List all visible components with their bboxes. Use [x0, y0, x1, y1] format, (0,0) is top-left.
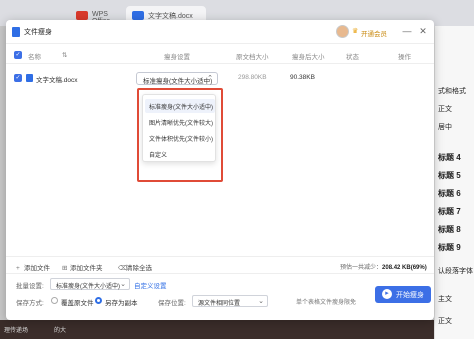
header-name: 名称: [28, 54, 41, 61]
add-folder-label: 添加文件夹: [70, 265, 103, 272]
summary-value: 208.42 KB(69%): [382, 265, 427, 271]
trash-icon: ⌫: [118, 265, 128, 272]
save-location-select[interactable]: 源文件相同位置 ⌄: [192, 295, 268, 307]
dialog-titlebar: 文件瘦身 ♛ 开通会员 — ✕: [6, 20, 434, 44]
row-checkbox[interactable]: ✓: [14, 74, 22, 82]
sort-icon[interactable]: ⇅: [62, 51, 67, 59]
table-header: ✓ 名称 ⇅ 瘦身设置 原文档大小 瘦身后大小 状态 操作: [6, 46, 434, 64]
file-toolbar: + 添加文件 ⊞ 添加文件夹 ⌫清除全选 预估一共减少：208.42 KB(69%): [6, 256, 434, 274]
styles-panel-item[interactable]: 标题 5: [438, 170, 461, 181]
background-document-strip: 理传递场 的大: [0, 320, 434, 339]
clear-selection-button[interactable]: ⌫清除全选: [118, 262, 152, 272]
styles-panel-item[interactable]: 主文: [438, 294, 452, 304]
styles-panel: 式和格式 正文 居中 标题 4 标题 5 标题 6 标题 7 标题 8 标题 9…: [434, 26, 474, 339]
doc-logo-icon: [132, 11, 144, 20]
word-file-icon: [26, 74, 33, 82]
original-size: 298.80KB: [238, 74, 267, 81]
select-all-checkbox[interactable]: ✓: [14, 51, 22, 59]
chevron-up-icon: ⌃: [207, 75, 213, 82]
save-mode-label: 保存方式:: [16, 300, 44, 307]
batch-setting-value: 标准瘦身(文件大小适中): [56, 284, 120, 290]
header-after-size: 瘦身后大小: [292, 54, 325, 61]
background-text: 理传递场: [4, 328, 29, 334]
styles-panel-item[interactable]: 正文: [438, 316, 452, 326]
plus-icon: +: [16, 265, 20, 272]
styles-panel-item[interactable]: 标题 8: [438, 224, 461, 235]
styles-panel-item[interactable]: 居中: [438, 122, 452, 132]
table-row[interactable]: ✓ 文字文稿.docx 标准瘦身(文件大小适中) ⌃ 298.80KB 90.3…: [6, 68, 434, 88]
header-status: 状态: [346, 54, 359, 61]
document-icon: [12, 27, 20, 37]
after-size: 90.38KB: [290, 74, 315, 81]
header-original-size: 原文档大小: [236, 54, 269, 61]
background-text: 的大: [54, 328, 67, 334]
save-as-copy-radio[interactable]: [95, 297, 102, 304]
styles-panel-item[interactable]: 标题 4: [438, 152, 461, 163]
overwrite-label[interactable]: 覆盖原文件: [61, 297, 94, 307]
file-name: 文字文稿.docx: [36, 77, 78, 84]
file-slim-dialog: 文件瘦身 ♛ 开通会员 — ✕ ✓ 名称 ⇅ 瘦身设置 原文档大小 瘦身后大小 …: [6, 20, 434, 320]
chevron-down-icon: ⌄: [120, 281, 126, 288]
start-slim-button[interactable]: ▸ 开始瘦身: [375, 286, 431, 303]
add-folder-button[interactable]: ⊞ 添加文件夹: [62, 262, 103, 272]
dialog-title: 文件瘦身: [24, 29, 52, 36]
batch-setting-label: 批量设置:: [16, 283, 44, 290]
tab-label: 文字文稿.docx: [148, 13, 193, 20]
styles-panel-item[interactable]: 标题 6: [438, 188, 461, 199]
clear-selection-label: 清除全选: [126, 265, 152, 272]
slim-setting-value: 标准瘦身(文件大小适中): [143, 78, 213, 85]
styles-panel-item[interactable]: 标题 7: [438, 206, 461, 217]
avatar[interactable]: [336, 25, 349, 38]
summary-label: 预估一共减少：: [340, 265, 383, 271]
annotation-highlight-box: [137, 88, 223, 182]
save-location-value: 源文件相同位置: [198, 301, 241, 307]
settings-panel: 批量设置: 标准瘦身(文件大小适中) ⌄ 自定义设置 保存方式: 覆盖原文件 另…: [6, 276, 434, 320]
header-action: 操作: [398, 54, 411, 61]
overwrite-radio[interactable]: [51, 297, 58, 304]
chevron-down-icon: ⌄: [258, 298, 264, 305]
custom-settings-link[interactable]: 自定义设置: [134, 280, 167, 290]
slim-setting-select[interactable]: 标准瘦身(文件大小适中) ⌃: [136, 72, 218, 85]
start-icon: ▸: [382, 289, 392, 299]
styles-panel-item[interactable]: 正文: [438, 104, 452, 114]
styles-panel-item[interactable]: 标题 9: [438, 242, 461, 253]
start-slim-label: 开始瘦身: [396, 292, 424, 299]
header-setting: 瘦身设置: [164, 54, 190, 61]
open-member-link[interactable]: 开通会员: [361, 28, 387, 38]
add-file-button[interactable]: + 添加文件: [16, 262, 50, 272]
close-button[interactable]: ✕: [418, 26, 428, 36]
styles-panel-item[interactable]: 式和格式: [438, 86, 466, 96]
folder-plus-icon: ⊞: [62, 265, 68, 272]
save-location-label: 保存位置:: [158, 300, 186, 307]
batch-setting-select[interactable]: 标准瘦身(文件大小适中) ⌄: [50, 278, 130, 290]
free-note: 单个表格文件瘦身限免: [296, 300, 357, 306]
styles-panel-item[interactable]: 认段落字体: [438, 266, 473, 276]
crown-icon: ♛: [352, 28, 359, 35]
estimated-reduction: 预估一共减少：208.42 KB(69%): [340, 262, 427, 271]
wps-logo-icon: [76, 11, 88, 20]
add-file-label: 添加文件: [24, 265, 50, 272]
minimize-button[interactable]: —: [402, 26, 412, 36]
save-as-copy-label[interactable]: 另存为副本: [105, 297, 138, 307]
